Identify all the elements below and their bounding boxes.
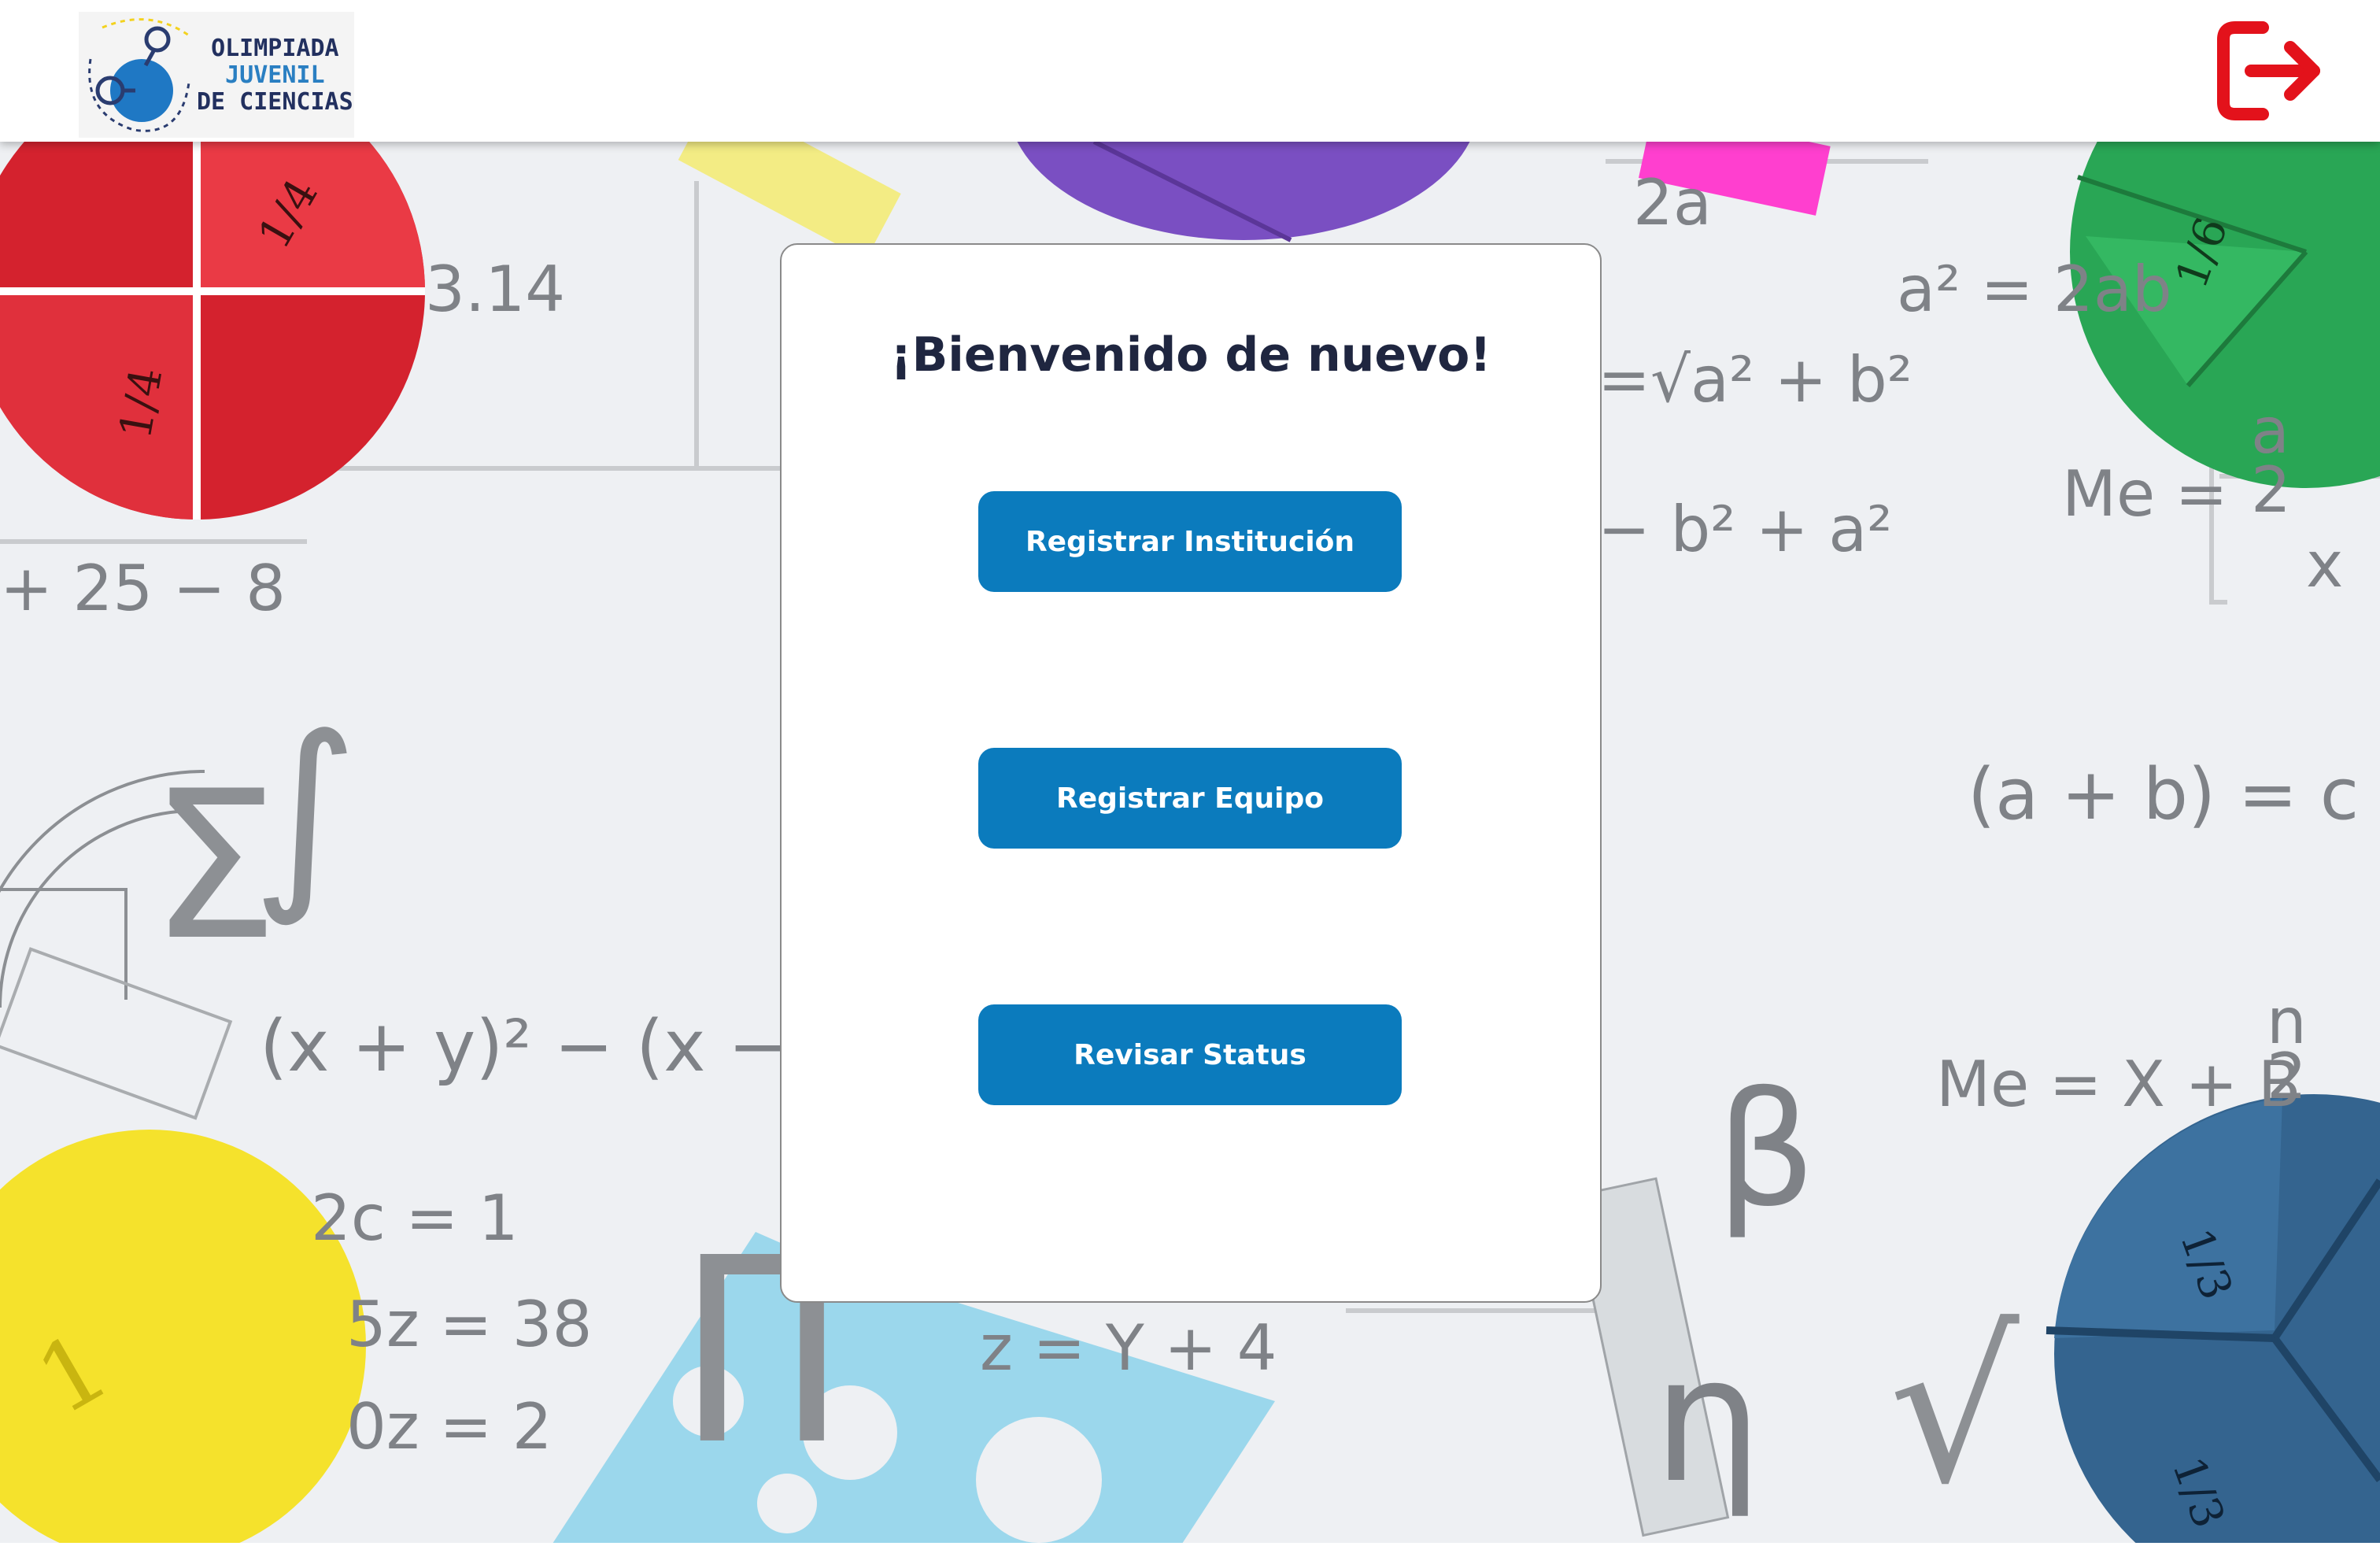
svg-text:2c = 1: 2c = 1 <box>311 1182 519 1255</box>
logo-text: OLIMPIADA JUVENIL DE CIENCIAS <box>197 35 353 116</box>
svg-text:√: √ <box>1889 1291 2020 1529</box>
svg-text:a² = 2ab: a² = 2ab <box>1897 253 2172 326</box>
logout-button[interactable] <box>2216 20 2326 122</box>
svg-text:=√a² + b²: =√a² + b² <box>1598 343 1913 416</box>
atom-logo-icon <box>88 18 190 132</box>
svg-text:3.14: 3.14 <box>425 253 565 326</box>
svg-text:2: 2 <box>2251 453 2291 527</box>
svg-text:2: 2 <box>2267 1040 2307 1113</box>
svg-text:(a + b) = c: (a + b) = c <box>1968 753 2359 836</box>
olimpiada-logo[interactable]: OLIMPIADA JUVENIL DE CIENCIAS <box>79 12 354 138</box>
svg-text:η: η <box>1653 1319 1762 1521</box>
welcome-card: ¡Bienvenido de nuevo! Registrar Instituc… <box>780 243 1602 1303</box>
top-header: OLIMPIADA JUVENIL DE CIENCIAS <box>0 0 2380 142</box>
svg-text:∫: ∫ <box>252 693 358 930</box>
svg-text:z = Y + 4: z = Y + 4 <box>980 1311 1277 1385</box>
logo-line-1: OLIMPIADA <box>211 35 339 62</box>
svg-text:0z = 2: 0z = 2 <box>346 1390 552 1463</box>
logo-line-2: JUVENIL <box>225 61 325 89</box>
svg-text:x: x <box>2306 528 2343 601</box>
logout-icon <box>2217 21 2320 120</box>
bottom-strip <box>0 1543 2380 1546</box>
svg-text:5z = 38: 5z = 38 <box>346 1288 593 1361</box>
logo-line-3: DE CIENCIAS <box>197 88 353 116</box>
svg-text:− b² + a²: − b² + a² <box>1598 493 1892 566</box>
register-institution-button[interactable]: Registrar Institución <box>978 491 1402 592</box>
svg-text:Me = X + B: Me = X + B <box>1936 1048 2301 1121</box>
svg-text:β: β <box>1716 1059 1816 1242</box>
check-status-button[interactable]: Revisar Status <box>978 1004 1402 1105</box>
svg-text:2a: 2a <box>1633 166 1712 239</box>
svg-text:+ 25 − 8: + 25 − 8 <box>0 552 286 625</box>
welcome-title: ¡Bienvenido de nuevo! <box>890 327 1491 383</box>
page: 1/4 1/4 1/6 1 1/3 1/3 3.14 + 25 − 8 2a a… <box>0 0 2380 1546</box>
svg-text:Me =: Me = <box>2062 457 2228 531</box>
register-team-button[interactable]: Registrar Equipo <box>978 748 1402 849</box>
